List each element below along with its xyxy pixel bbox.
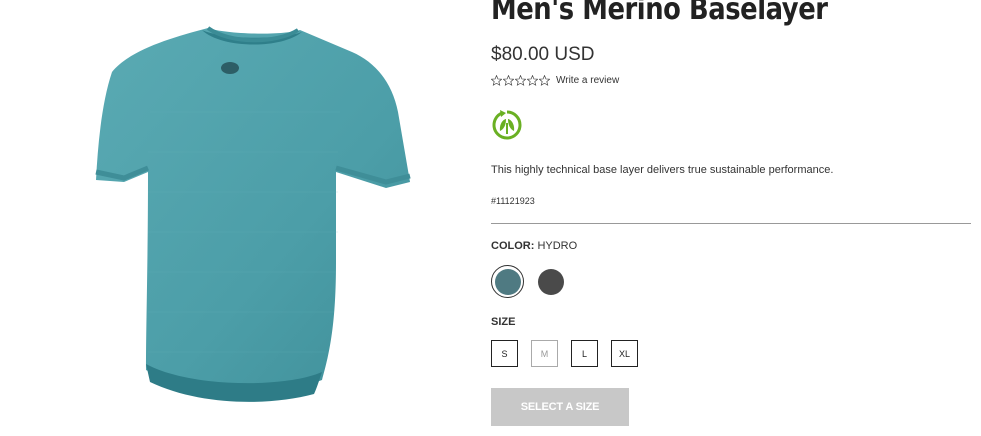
star-empty-icon [491, 75, 502, 86]
product-sku: #11121923 [491, 196, 535, 206]
product-image[interactable] [0, 0, 480, 436]
color-selected-name: HYDRO [537, 240, 578, 252]
star-rating[interactable] [491, 75, 550, 86]
write-review-link[interactable]: Write a review [556, 75, 619, 86]
sustainable-leaf-icon [492, 110, 522, 140]
star-empty-icon [539, 75, 550, 86]
size-option-l[interactable]: L [571, 340, 598, 367]
select-size-button[interactable]: SELECT A SIZE [491, 388, 629, 426]
size-options: S M L XL [491, 340, 651, 367]
product-description: This highly technical base layer deliver… [491, 164, 834, 176]
shirt-image [95, 26, 411, 402]
swatch-fill [494, 268, 521, 295]
divider [491, 223, 971, 224]
color-label: COLOR: HYDRO [491, 240, 577, 252]
rating-row: Write a review [491, 75, 619, 86]
star-empty-icon [515, 75, 526, 86]
color-swatches [491, 265, 567, 298]
star-empty-icon [503, 75, 514, 86]
color-swatch-phantom[interactable] [534, 265, 567, 298]
size-option-s[interactable]: S [491, 340, 518, 367]
product-price: $80.00 USD [491, 44, 595, 65]
size-option-xl[interactable]: XL [611, 340, 638, 367]
size-label: SIZE [491, 316, 516, 328]
color-label-title: COLOR: [491, 240, 535, 252]
size-option-m[interactable]: M [531, 340, 558, 367]
swatch-fill [537, 268, 564, 295]
color-swatch-hydro[interactable] [491, 265, 524, 298]
product-title: Men's Merino Baselayer [491, 0, 828, 27]
star-empty-icon [527, 75, 538, 86]
